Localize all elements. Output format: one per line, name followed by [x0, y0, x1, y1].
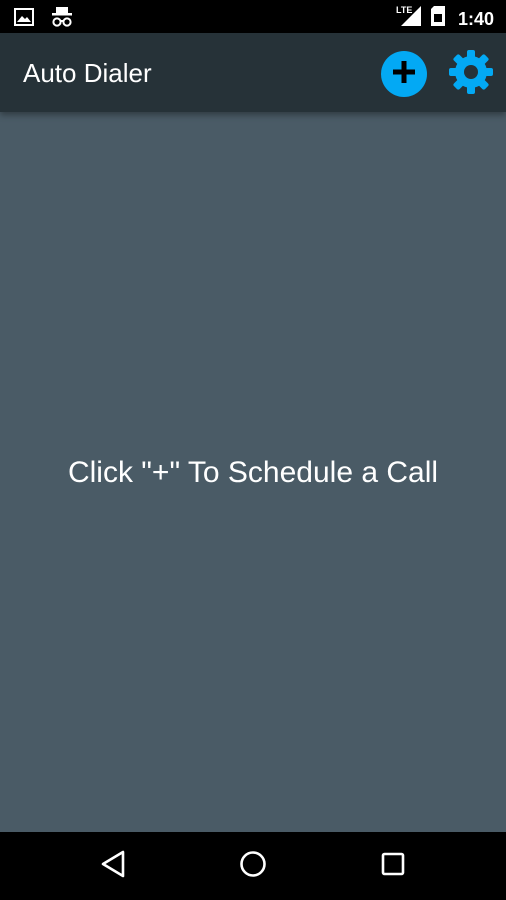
- home-icon: [239, 850, 267, 883]
- sim-card-icon: [430, 5, 446, 32]
- recents-button[interactable]: [373, 846, 413, 886]
- status-system-icons: LTE 1:40: [396, 4, 494, 33]
- image-notification-icon: [14, 8, 34, 31]
- home-button[interactable]: [233, 846, 273, 886]
- main-content: Click "+" To Schedule a Call: [0, 112, 506, 832]
- status-bar: LTE 1:40: [0, 0, 506, 33]
- incognito-icon: [50, 6, 74, 33]
- gear-icon: [448, 49, 494, 100]
- back-icon: [100, 850, 126, 883]
- empty-state-message: Click "+" To Schedule a Call: [67, 456, 439, 489]
- recents-icon: [380, 851, 406, 882]
- navigation-bar: [0, 832, 506, 900]
- back-button[interactable]: [93, 846, 133, 886]
- app-bar: Auto Dialer: [0, 33, 506, 112]
- lte-signal-icon: LTE: [396, 4, 422, 33]
- app-title: Auto Dialer: [23, 58, 152, 88]
- lte-label: LTE: [396, 5, 412, 15]
- status-notification-icons: [14, 6, 74, 33]
- status-time: 1:40: [457, 8, 494, 29]
- add-call-button[interactable]: [381, 51, 427, 97]
- plus-icon: [391, 59, 417, 90]
- settings-button[interactable]: [448, 49, 494, 100]
